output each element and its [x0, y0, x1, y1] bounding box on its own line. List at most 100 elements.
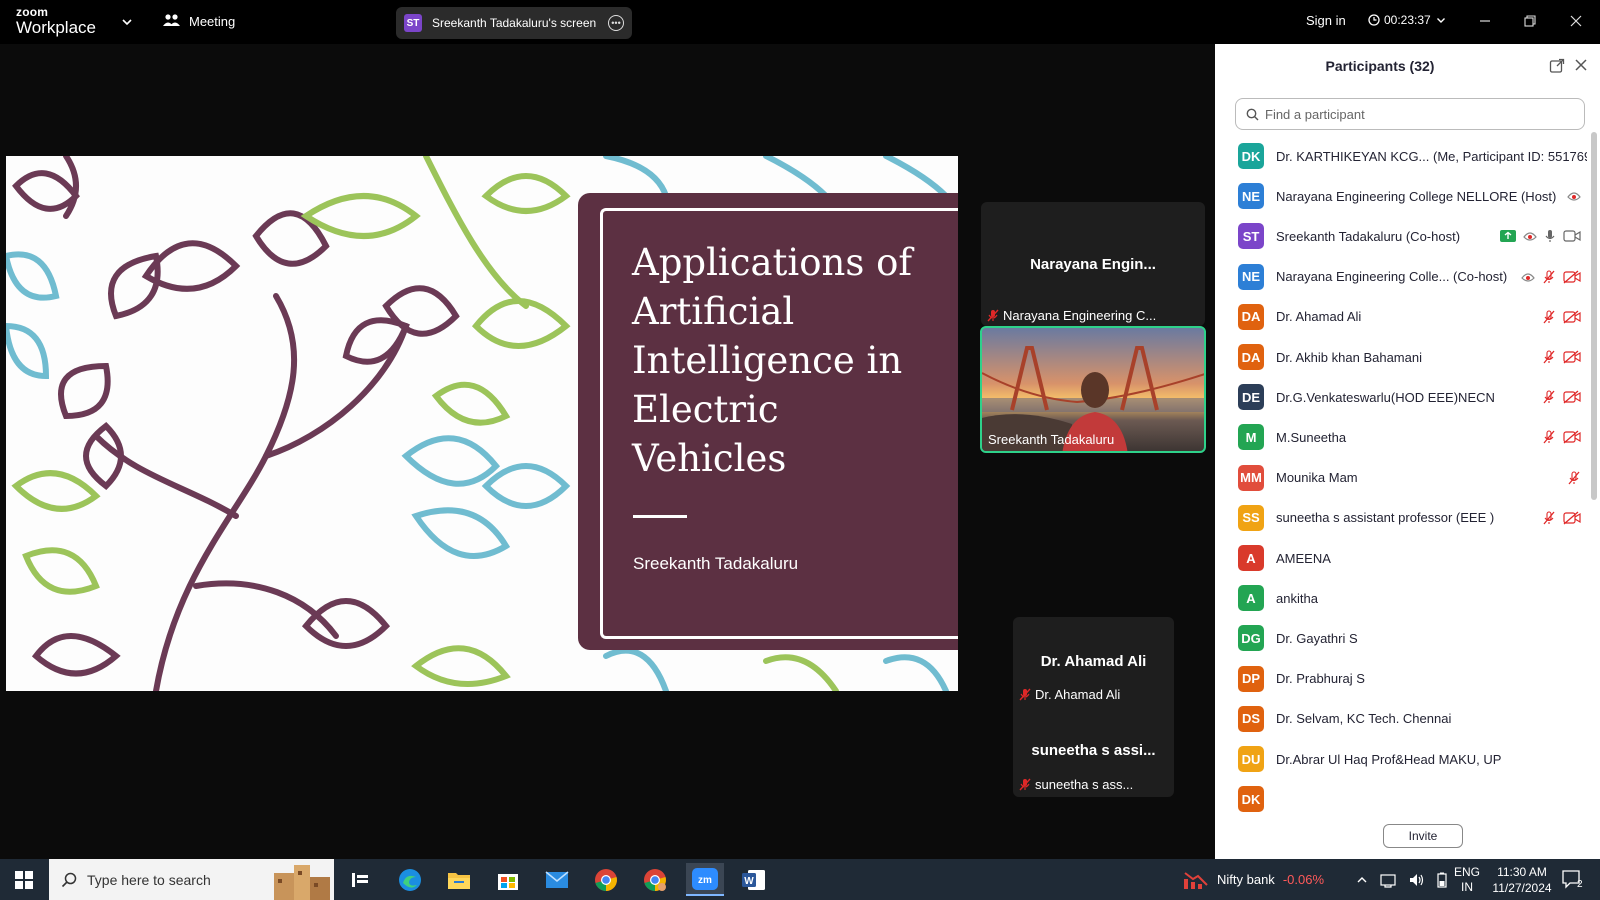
svg-text:zm: zm [698, 875, 712, 886]
task-view-button[interactable] [341, 863, 379, 896]
participant-name: Dr. KARTHIKEYAN KCG... (Me, Participant … [1276, 148, 1587, 164]
record-icon[interactable] [1523, 229, 1537, 243]
language-indicator[interactable]: ENG IN [1454, 859, 1480, 900]
search-input[interactable] [1265, 106, 1584, 122]
edge-app[interactable] [391, 863, 429, 896]
notification-button[interactable]: 2 [1562, 859, 1583, 900]
video-off-icon[interactable] [1563, 350, 1581, 364]
network-icon[interactable] [1380, 872, 1396, 888]
participant-status-icons [1567, 189, 1581, 203]
share-icon[interactable] [1500, 230, 1516, 243]
participant-row[interactable]: A AMEENA [1215, 538, 1587, 578]
video-off-icon[interactable] [1563, 511, 1581, 525]
mic-off-icon[interactable] [1542, 390, 1556, 404]
participant-row[interactable]: DS Dr. Selvam, KC Tech. Chennai [1215, 699, 1587, 739]
mail-app[interactable] [538, 863, 576, 896]
store-app[interactable] [489, 863, 527, 896]
participant-status-icons [1542, 350, 1581, 364]
mic-off-icon[interactable] [1542, 430, 1556, 444]
close-panel-icon[interactable] [1573, 57, 1589, 73]
chevron-up-icon[interactable] [1356, 874, 1368, 886]
shared-slide: Applications of Artificial Intelligence … [6, 156, 958, 691]
participant-row[interactable]: DK [1215, 779, 1587, 819]
active-speaker-video[interactable]: Sreekanth Tadakaluru [980, 326, 1206, 453]
chrome-profile-app[interactable] [636, 863, 674, 896]
clock-time: 11:30 AM [1497, 864, 1547, 879]
video-off-icon[interactable] [1563, 310, 1581, 324]
participant-name: Dr. Prabhuraj S [1276, 671, 1365, 687]
participant-avatar: A [1238, 585, 1264, 612]
tile-display-name: suneetha s assi... [1031, 742, 1156, 759]
chrome-app[interactable] [587, 863, 625, 896]
meeting-label: Meeting [189, 13, 236, 29]
clock-icon [1368, 14, 1380, 26]
record-icon[interactable] [1567, 189, 1581, 203]
participant-name: M.Suneetha [1276, 429, 1347, 445]
scrollbar[interactable] [1591, 132, 1597, 500]
participant-row[interactable]: DE Dr.G.Venkateswarlu(HOD EEE)NECN [1215, 377, 1587, 417]
screen-share-indicator[interactable]: ST Sreekanth Tadakaluru's screen ••• [396, 7, 632, 39]
restore-icon[interactable] [1519, 10, 1541, 32]
word-app[interactable]: W [735, 863, 773, 896]
participant-row[interactable]: SS suneetha s assistant professor (EEE ) [1215, 498, 1587, 538]
participant-row[interactable]: DU Dr.Abrar Ul Haq Prof&Head MAKU, UP [1215, 739, 1587, 779]
battery-icon[interactable] [1436, 872, 1448, 888]
participant-row[interactable]: MM Mounika Mam [1215, 458, 1587, 498]
people-icon [163, 14, 180, 26]
clock-date: 11/27/2024 [1492, 880, 1552, 895]
participant-row[interactable]: ST Sreekanth Tadakaluru (Co-host) [1215, 216, 1587, 256]
mic-icon[interactable] [1544, 229, 1556, 243]
participant-row[interactable]: NE Narayana Engineering Colle... (Co-host… [1215, 257, 1587, 297]
volume-icon[interactable] [1408, 872, 1424, 888]
participant-row[interactable]: Aankitha [1215, 578, 1587, 618]
chrome-icon [595, 868, 617, 891]
invite-button[interactable]: Invite [1383, 824, 1463, 848]
participant-search[interactable] [1235, 98, 1585, 130]
start-button[interactable] [5, 863, 43, 896]
close-window-icon[interactable] [1565, 10, 1587, 32]
store-icon [498, 873, 518, 890]
mic-off-icon[interactable] [1542, 350, 1556, 364]
participant-list[interactable]: DK Dr. KARTHIKEYAN KCG... (Me, Participan… [1215, 136, 1587, 852]
mic-off-icon[interactable] [1542, 270, 1556, 284]
participant-row[interactable]: M M.Suneetha [1215, 417, 1587, 457]
tile-label-text: Narayana Engineering C... [1003, 308, 1157, 323]
mic-off-icon [1019, 688, 1031, 701]
participant-row[interactable]: DA Dr. Ahamad Ali [1215, 297, 1587, 337]
tile-label-text: suneetha s ass... [1035, 777, 1134, 792]
zoom-logo[interactable]: zoom Workplace [16, 6, 96, 36]
participant-name: Dr.Abrar Ul Haq Prof&Head MAKU, UP [1276, 751, 1502, 767]
video-off-icon[interactable] [1563, 430, 1581, 444]
participant-tile[interactable]: Dr. Ahamad Ali Dr. Ahamad Ali suneetha s… [1013, 617, 1174, 797]
mic-off-icon[interactable] [1567, 471, 1581, 485]
record-icon[interactable] [1521, 270, 1535, 284]
mic-off-icon[interactable] [1542, 511, 1556, 525]
participant-row[interactable]: DA Dr. Akhib khan Bahamani [1215, 337, 1587, 377]
meeting-timer[interactable]: 00:23:37 [1368, 13, 1447, 27]
participant-row[interactable]: NE Narayana Engineering College NELLORE (… [1215, 176, 1587, 216]
participant-row[interactable]: DP Dr. Prabhuraj S [1215, 659, 1587, 699]
minimize-icon[interactable] [1474, 10, 1496, 32]
clock[interactable]: 11:30 AM 11/27/2024 [1490, 859, 1554, 900]
participant-status-icons [1542, 390, 1581, 404]
video-icon[interactable] [1563, 230, 1581, 242]
mic-off-icon[interactable] [1542, 310, 1556, 324]
video-off-icon[interactable] [1563, 270, 1581, 284]
video-off-icon[interactable] [1563, 390, 1581, 404]
participant-tile[interactable]: Narayana Engin... Narayana Engineering C… [981, 202, 1205, 326]
participant-status-icons [1542, 430, 1581, 444]
pop-out-icon[interactable] [1549, 58, 1565, 74]
file-explorer-app[interactable] [440, 863, 478, 896]
sign-in-link[interactable]: Sign in [1306, 13, 1346, 28]
search-icon [61, 872, 77, 887]
participant-row[interactable]: DG Dr. Gayathri S [1215, 618, 1587, 658]
chevron-down-icon[interactable] [120, 15, 134, 29]
participant-row[interactable]: DK Dr. KARTHIKEYAN KCG... (Me, Participan… [1215, 136, 1587, 176]
participant-name: Dr. Ahamad Ali [1276, 309, 1362, 325]
meeting-menu[interactable]: Meeting [163, 13, 235, 29]
stock-widget[interactable]: Nifty bank -0.06% [1183, 859, 1324, 900]
more-options-icon[interactable]: ••• [608, 15, 624, 31]
taskbar-search[interactable]: Type here to search [49, 859, 334, 900]
zoom-app-button[interactable]: zm [686, 863, 724, 896]
stock-down-icon [1184, 871, 1208, 889]
